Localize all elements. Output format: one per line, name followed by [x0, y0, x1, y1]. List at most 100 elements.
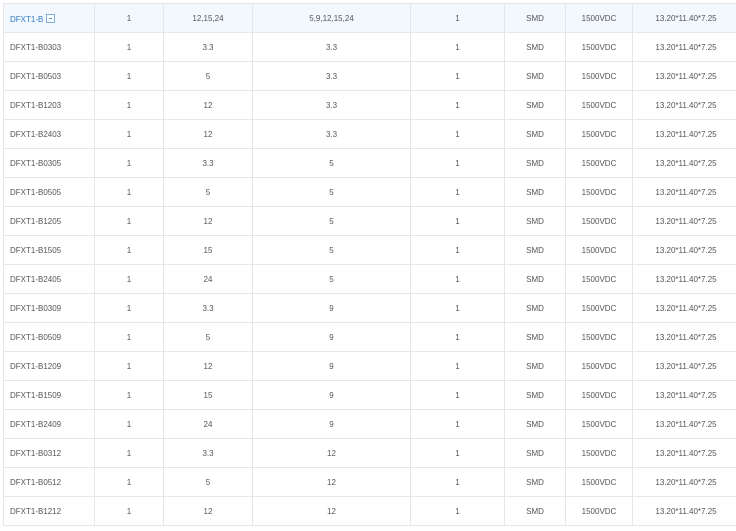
- table-cell: 5: [252, 148, 411, 178]
- table-cell: 9: [252, 380, 411, 410]
- group-cell: 1: [410, 3, 505, 33]
- table-cell: 9: [252, 293, 411, 323]
- table-cell: 1: [94, 380, 164, 410]
- table-cell: 12: [163, 206, 253, 236]
- table-cell: 13.20*11.40*7.25: [632, 264, 736, 294]
- table-cell: 1: [410, 119, 505, 149]
- model-cell[interactable]: DFXT1-B1209: [3, 351, 95, 381]
- table-row[interactable]: DFXT1-B0305 1 3.3 5 1 SMD 1500VDC 13.20*11.40*7…: [3, 148, 736, 178]
- table-cell: 1: [94, 90, 164, 120]
- table-cell: 1: [94, 409, 164, 439]
- table-cell: 13.20*11.40*7.25: [632, 351, 736, 381]
- table-cell: 5: [252, 177, 411, 207]
- model-cell[interactable]: DFXT1-B0309: [3, 293, 95, 323]
- table-cell: 1500VDC: [565, 235, 633, 265]
- table-cell: 13.20*11.40*7.25: [632, 206, 736, 236]
- group-row[interactable]: DFXT1-B 1 12,15,24 5,9,12,15,24 1 SMD 15…: [3, 3, 736, 33]
- model-cell[interactable]: DFXT1-B0312: [3, 438, 95, 468]
- table-cell: 1: [410, 293, 505, 323]
- table-cell: 1: [410, 438, 505, 468]
- table-cell: 1500VDC: [565, 177, 633, 207]
- table-cell: 1: [410, 235, 505, 265]
- model-cell[interactable]: DFXT1-B2405: [3, 264, 95, 294]
- table-row[interactable]: DFXT1-B1203 1 12 3.3 1 SMD 1500VDC 13.20*11.40*…: [3, 90, 736, 120]
- minus-square-icon[interactable]: [46, 13, 56, 23]
- table-cell: 1500VDC: [565, 32, 633, 62]
- table-cell: 24: [163, 264, 253, 294]
- table-row[interactable]: DFXT1-B2409 1 24 9 1 SMD 1500VDC 13.20*11.40*7.…: [3, 409, 736, 439]
- group-cell: 1500VDC: [565, 3, 633, 33]
- table-cell: 13.20*11.40*7.25: [632, 235, 736, 265]
- model-cell[interactable]: DFXT1-B0505: [3, 177, 95, 207]
- table-row[interactable]: DFXT1-B2405 1 24 5 1 SMD 1500VDC 13.20*11.40*7.…: [3, 264, 736, 294]
- table-cell: 3.3: [252, 32, 411, 62]
- table-cell: 13.20*11.40*7.25: [632, 496, 736, 526]
- table-cell: 15: [163, 235, 253, 265]
- table-row[interactable]: DFXT1-B1212 1 12 12 1 SMD 1500VDC 13.20*11.40*7…: [3, 496, 736, 526]
- table-cell: SMD: [504, 322, 566, 352]
- table-cell: SMD: [504, 119, 566, 149]
- table-cell: 1500VDC: [565, 293, 633, 323]
- model-cell[interactable]: DFXT1-B0305: [3, 148, 95, 178]
- table-cell: 1: [94, 264, 164, 294]
- model-cell[interactable]: DFXT1-B2409: [3, 409, 95, 439]
- table-cell: 12: [252, 467, 411, 497]
- table-cell: 1: [94, 177, 164, 207]
- table-row[interactable]: DFXT1-B0509 1 5 9 1 SMD 1500VDC 13.20*11.40*7.2…: [3, 322, 736, 352]
- table-cell: SMD: [504, 438, 566, 468]
- table-cell: 13.20*11.40*7.25: [632, 322, 736, 352]
- table-row[interactable]: DFXT1-B1505 1 15 5 1 SMD 1500VDC 13.20*11.40*7.…: [3, 235, 736, 265]
- table-row[interactable]: DFXT1-B1509 1 15 9 1 SMD 1500VDC 13.20*11.40*7.…: [3, 380, 736, 410]
- group-cell: 12,15,24: [163, 3, 253, 33]
- table-row[interactable]: DFXT1-B0312 1 3.3 12 1 SMD 1500VDC 13.20*11.40*…: [3, 438, 736, 468]
- table-cell: 1: [410, 467, 505, 497]
- table-cell: 13.20*11.40*7.25: [632, 148, 736, 178]
- model-cell[interactable]: DFXT1-B1212: [3, 496, 95, 526]
- table-row[interactable]: DFXT1-B0505 1 5 5 1 SMD 1500VDC 13.20*11.40*7.2…: [3, 177, 736, 207]
- table-cell: SMD: [504, 61, 566, 91]
- table-cell: 1500VDC: [565, 90, 633, 120]
- table-row[interactable]: DFXT1-B1209 1 12 9 1 SMD 1500VDC 13.20*11.40*7.…: [3, 351, 736, 381]
- table-cell: 1500VDC: [565, 351, 633, 381]
- table-cell: 12: [252, 438, 411, 468]
- group-model-cell[interactable]: DFXT1-B: [3, 3, 95, 33]
- table-cell: 13.20*11.40*7.25: [632, 409, 736, 439]
- model-cell[interactable]: DFXT1-B0303: [3, 32, 95, 62]
- table-cell: SMD: [504, 264, 566, 294]
- table-cell: 13.20*11.40*7.25: [632, 380, 736, 410]
- model-cell[interactable]: DFXT1-B1205: [3, 206, 95, 236]
- group-cell: 1: [94, 3, 164, 33]
- table-cell: 1: [94, 61, 164, 91]
- table-row[interactable]: DFXT1-B0512 1 5 12 1 SMD 1500VDC 13.20*11.40*7.…: [3, 467, 736, 497]
- table-row[interactable]: DFXT1-B0503 1 5 3.3 1 SMD 1500VDC 13.20*11.40*7…: [3, 61, 736, 91]
- table-cell: SMD: [504, 496, 566, 526]
- table-cell: 1500VDC: [565, 380, 633, 410]
- table-cell: 3.3: [252, 119, 411, 149]
- table-row[interactable]: DFXT1-B0309 1 3.3 9 1 SMD 1500VDC 13.20*11.40*7…: [3, 293, 736, 323]
- table-cell: 3.3: [252, 90, 411, 120]
- table-row[interactable]: DFXT1-B2403 1 12 3.3 1 SMD 1500VDC 13.20*11.40*…: [3, 119, 736, 149]
- table-cell: 13.20*11.40*7.25: [632, 177, 736, 207]
- table-cell: 1: [94, 467, 164, 497]
- model-cell[interactable]: DFXT1-B0509: [3, 322, 95, 352]
- table-cell: 1500VDC: [565, 496, 633, 526]
- model-cell[interactable]: DFXT1-B0512: [3, 467, 95, 497]
- group-model-link[interactable]: DFXT1-B: [10, 15, 43, 24]
- model-cell[interactable]: DFXT1-B1509: [3, 380, 95, 410]
- table-body: DFXT1-B 1 12,15,24 5,9,12,15,24 1 SMD 15…: [3, 3, 736, 526]
- model-cell[interactable]: DFXT1-B0503: [3, 61, 95, 91]
- table-cell: 1: [410, 496, 505, 526]
- table-cell: 1: [94, 351, 164, 381]
- table-row[interactable]: DFXT1-B0303 1 3.3 3.3 1 SMD 1500VDC 13.20*11.40…: [3, 32, 736, 62]
- product-table: DFXT1-B 1 12,15,24 5,9,12,15,24 1 SMD 15…: [3, 3, 736, 526]
- table-cell: SMD: [504, 206, 566, 236]
- table-cell: 1: [410, 177, 505, 207]
- table-cell: 3.3: [163, 293, 253, 323]
- table-cell: 1500VDC: [565, 264, 633, 294]
- model-cell[interactable]: DFXT1-B2403: [3, 119, 95, 149]
- model-cell[interactable]: DFXT1-B1505: [3, 235, 95, 265]
- table-cell: SMD: [504, 32, 566, 62]
- table-cell: 24: [163, 409, 253, 439]
- table-row[interactable]: DFXT1-B1205 1 12 5 1 SMD 1500VDC 13.20*11.40*7.…: [3, 206, 736, 236]
- model-cell[interactable]: DFXT1-B1203: [3, 90, 95, 120]
